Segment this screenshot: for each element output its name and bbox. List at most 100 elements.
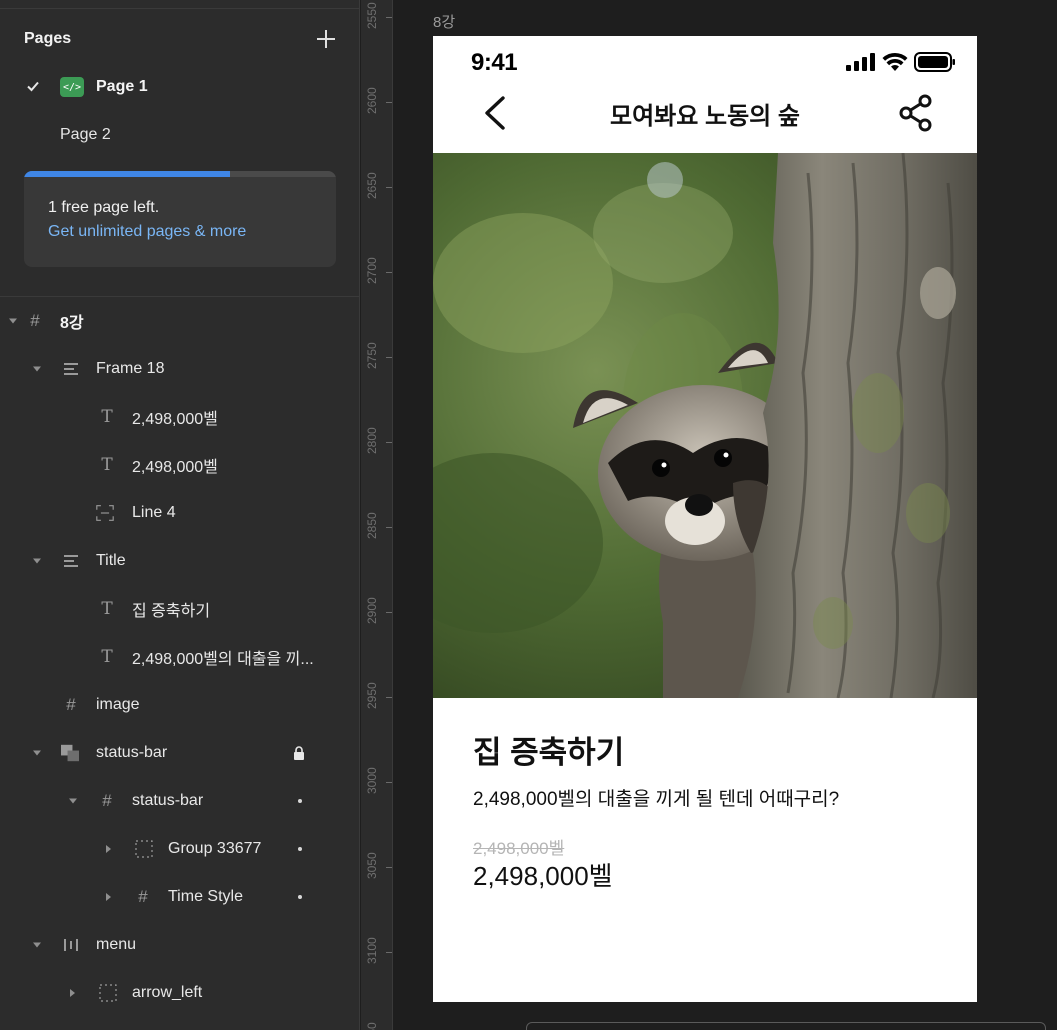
- nav-title: 모여봐요 노동의 숲: [610, 103, 800, 130]
- layer-label: 8강: [60, 315, 84, 332]
- ruler-label: 2750: [365, 342, 379, 369]
- group-icon: [135, 840, 153, 858]
- layer-row-text-price-2[interactable]: T 2,498,000벨: [0, 441, 359, 489]
- layer-label: 집 증축하기: [132, 603, 211, 620]
- share-icon[interactable]: [899, 94, 933, 132]
- raccoon-photo: [433, 153, 977, 698]
- auto-layout-horizontal-icon: [62, 936, 80, 954]
- layer-row-image[interactable]: # image: [0, 681, 359, 729]
- layer-row-status-bar-group[interactable]: status-bar: [0, 729, 359, 777]
- layer-row-title[interactable]: Title: [0, 537, 359, 585]
- chevron-right-icon[interactable]: [106, 845, 111, 853]
- ruler-tick: [386, 782, 392, 783]
- ruler-tick: [386, 952, 392, 953]
- wifi-icon: [882, 52, 908, 71]
- add-page-plus-icon[interactable]: [316, 29, 336, 49]
- pages-progress-track: [24, 171, 336, 177]
- text-icon: T: [101, 455, 113, 475]
- page-item-label: Page 1: [96, 78, 148, 95]
- frame-name-label[interactable]: 8강: [433, 11, 455, 32]
- auto-layout-vertical-icon: [62, 360, 80, 378]
- pages-progress-fill: [24, 171, 230, 177]
- page-item-label: Page 2: [60, 126, 111, 143]
- layer-row-frame-18[interactable]: Frame 18: [0, 345, 359, 393]
- text-icon: T: [101, 407, 113, 427]
- ruler-label: 2950: [365, 682, 379, 709]
- ruler-tick: [386, 187, 392, 188]
- layer-label: Line 4: [132, 504, 176, 521]
- ruler-label: 2550: [365, 2, 379, 29]
- frame-hash-icon: #: [102, 791, 112, 810]
- ruler-label: 2650: [365, 172, 379, 199]
- ruler-label: 2600: [365, 87, 379, 114]
- lock-icon[interactable]: [293, 746, 305, 760]
- current-price: 2,498,000벨: [473, 861, 613, 891]
- ruler-label: 3000: [365, 767, 379, 794]
- next-frame-edge: [526, 1022, 1046, 1030]
- ruler-tick: [386, 527, 392, 528]
- text-icon: T: [101, 599, 113, 619]
- vertical-ruler: 2550 2600 2650 2700 2750 2800 2850 2900 2950 3000…: [361, 0, 393, 1030]
- ruler-label: 2800: [365, 427, 379, 454]
- upgrade-link[interactable]: Get unlimited pages & more: [48, 223, 246, 241]
- pages-header: Pages: [24, 28, 336, 50]
- cellular-signal-icon: [846, 53, 875, 71]
- component-instance-icon: [61, 744, 79, 762]
- layer-row-menu[interactable]: menu: [0, 921, 359, 969]
- status-icons: [846, 51, 956, 73]
- ruler-tick: [386, 357, 392, 358]
- layer-row-8gang[interactable]: # 8강: [0, 297, 359, 345]
- layer-row-text-title[interactable]: T 집 증축하기: [0, 585, 359, 633]
- layer-label: Time Style: [168, 888, 243, 905]
- chevron-down-icon[interactable]: [33, 942, 41, 948]
- page-item-page-1[interactable]: </> Page 1: [0, 67, 359, 107]
- layer-label: Group 33677: [168, 840, 262, 857]
- chevron-down-icon[interactable]: [33, 558, 41, 564]
- ruler-label: 2700: [365, 257, 379, 284]
- layer-row-line-4[interactable]: Line 4: [0, 489, 359, 537]
- ruler-label: 2850: [365, 512, 379, 539]
- layer-row-arrow-left[interactable]: arrow_left: [0, 969, 359, 1017]
- layer-row-text-price-1[interactable]: T 2,498,000벨: [0, 393, 359, 441]
- group-icon: [99, 984, 117, 1002]
- frame-hash-icon: #: [138, 887, 148, 906]
- layer-label: 2,498,000벨: [132, 459, 218, 476]
- pages-title: Pages: [24, 30, 72, 47]
- chevron-down-icon[interactable]: [33, 366, 41, 372]
- top-divider: [0, 8, 359, 9]
- upgrade-card: 1 free page left. Get unlimited pages & …: [24, 171, 336, 267]
- layer-row-time-style[interactable]: # Time Style: [0, 873, 359, 921]
- ruler-tick: [386, 697, 392, 698]
- layer-label: status-bar: [96, 744, 168, 761]
- chevron-right-icon[interactable]: [70, 989, 75, 997]
- post-title: 집 증축하기: [473, 735, 625, 770]
- ruler-tick: [386, 272, 392, 273]
- code-page-icon: </>: [60, 77, 84, 97]
- check-icon: [27, 81, 39, 92]
- layer-label: 2,498,000벨: [132, 411, 218, 428]
- chevron-down-icon[interactable]: [9, 318, 17, 324]
- canvas[interactable]: 8강 9:41 모여봐요 노동의 숲 집 증축하기 2,498,000벨의 대출…: [394, 0, 1057, 1030]
- phone-frame[interactable]: 9:41 모여봐요 노동의 숲 집 증축하기 2,498,000벨의 대출을 끼…: [433, 36, 977, 1002]
- ruler-tick: [386, 17, 392, 18]
- frame-hash-icon: #: [30, 311, 40, 330]
- layer-row-group-33677[interactable]: Group 33677: [0, 825, 359, 873]
- post-description: 2,498,000벨의 대출을 끼게 될 텐데 어때구리?: [473, 789, 840, 810]
- free-pages-text: 1 free page left.: [48, 199, 160, 216]
- status-time: 9:41: [471, 49, 518, 76]
- chevron-right-icon[interactable]: [106, 893, 111, 901]
- chevron-down-icon[interactable]: [69, 798, 77, 804]
- chevron-down-icon[interactable]: [33, 750, 41, 756]
- layer-label: 2,498,000벨의 대출을 끼...: [132, 651, 314, 668]
- ruler-label: 3100: [365, 937, 379, 964]
- battery-icon: [914, 52, 955, 72]
- ruler-label: 2900: [365, 597, 379, 624]
- ruler-tick: [386, 102, 392, 103]
- layer-label: Frame 18: [96, 360, 165, 377]
- layer-label: arrow_left: [132, 984, 203, 1001]
- layer-row-text-desc[interactable]: T 2,498,000벨의 대출을 끼...: [0, 633, 359, 681]
- page-item-page-2[interactable]: Page 2: [0, 115, 359, 155]
- layer-label: status-bar: [132, 792, 204, 809]
- layer-row-status-bar-frame[interactable]: # status-bar: [0, 777, 359, 825]
- line-icon: [96, 504, 114, 522]
